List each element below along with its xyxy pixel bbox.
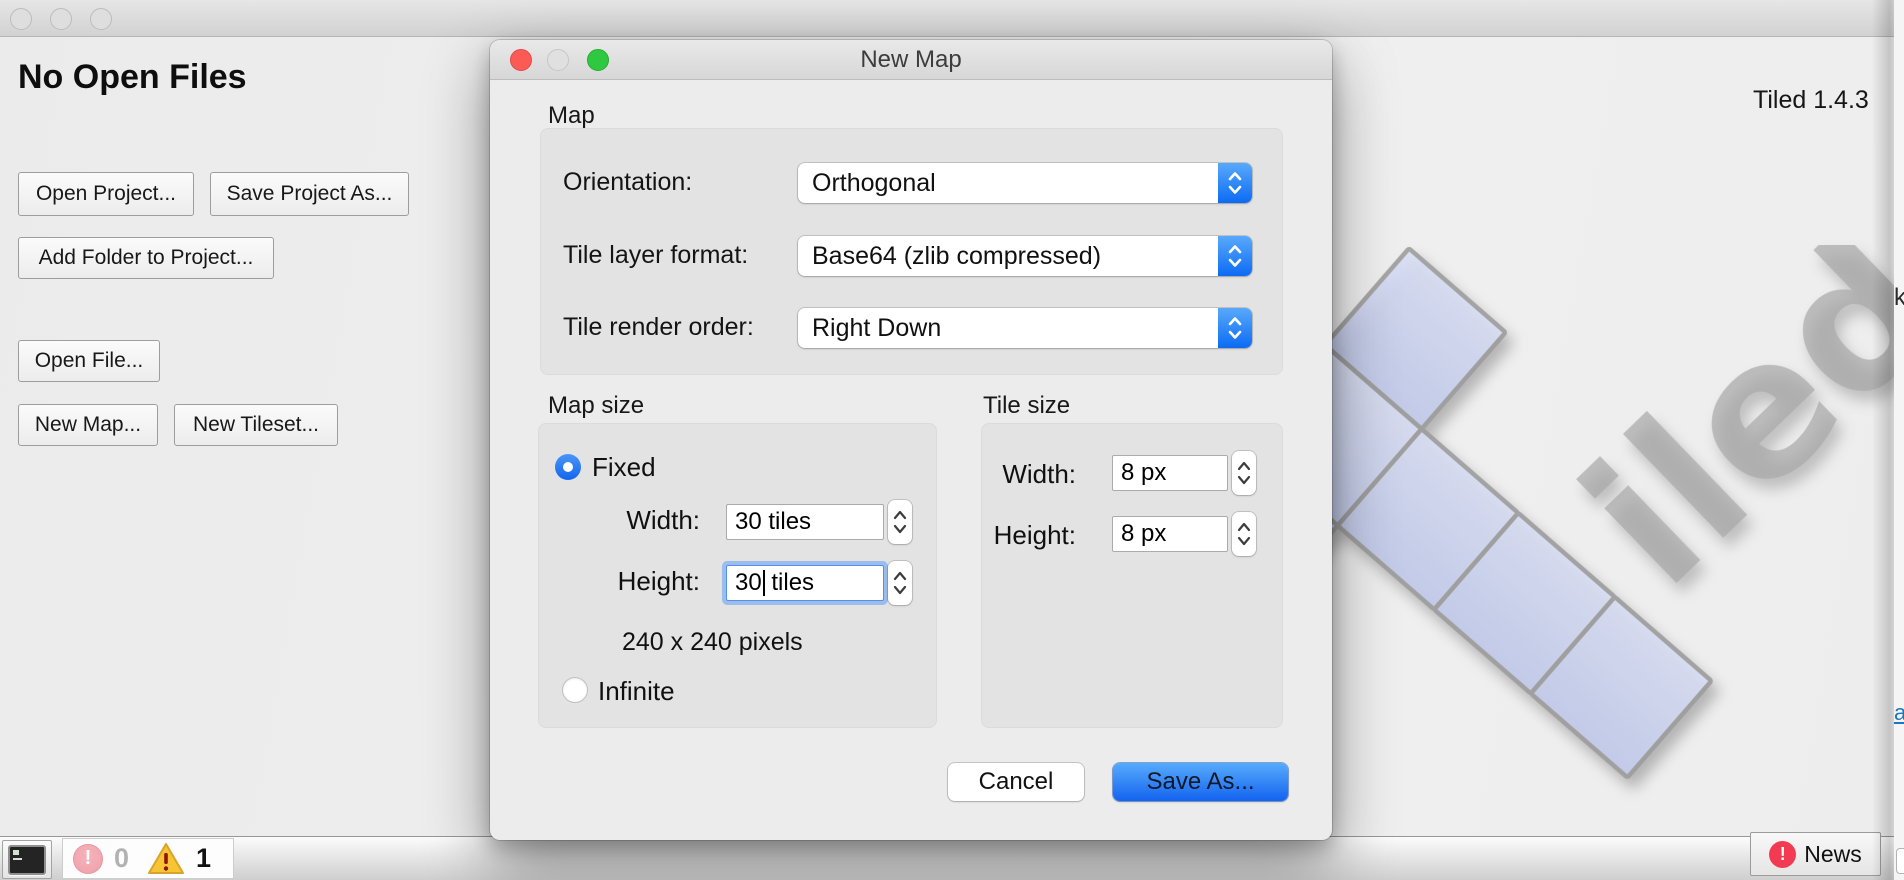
tile-render-order-label: Tile render order: bbox=[563, 313, 754, 342]
app-version: Tiled 1.4.3 bbox=[1753, 86, 1869, 115]
tile-height-label: Height: bbox=[926, 520, 1076, 551]
tile-width-stepper[interactable] bbox=[1232, 451, 1256, 495]
fixed-radio-label: Fixed bbox=[592, 452, 656, 483]
new-map-dialog: New Map Map Orientation: Orthogonal Tile… bbox=[490, 40, 1332, 840]
tile-layer-format-select[interactable]: Base64 (zlib compressed) bbox=[798, 236, 1252, 276]
add-folder-to-project-button[interactable]: Add Folder to Project... bbox=[18, 237, 274, 279]
map-height-value-before-caret: 30 bbox=[735, 569, 762, 597]
new-tileset-button[interactable]: New Tileset... bbox=[174, 404, 338, 446]
infinite-radio-label: Infinite bbox=[598, 676, 675, 707]
warning-icon bbox=[147, 842, 185, 875]
fixed-radio[interactable] bbox=[555, 454, 581, 480]
warning-count: 1 bbox=[196, 843, 211, 874]
tile-size-section-label: Tile size bbox=[983, 392, 1070, 420]
open-project-button[interactable]: Open Project... bbox=[18, 172, 194, 216]
map-size-section-label: Map size bbox=[548, 392, 644, 420]
tile-layer-format-value: Base64 (zlib compressed) bbox=[798, 242, 1218, 271]
open-file-button[interactable]: Open File... bbox=[18, 340, 160, 382]
orientation-label: Orientation: bbox=[563, 168, 692, 197]
background-window-edge: k a bbox=[1894, 0, 1904, 880]
map-height-label: Height: bbox=[550, 566, 700, 597]
console-icon bbox=[8, 845, 46, 875]
chevron-updown-icon bbox=[1218, 236, 1252, 276]
tile-width-label: Width: bbox=[926, 459, 1076, 490]
orientation-value: Orthogonal bbox=[798, 169, 1218, 198]
status-bar: 0 1 News bbox=[0, 836, 1894, 880]
map-height-stepper[interactable] bbox=[888, 561, 912, 605]
dialog-title: New Map bbox=[490, 46, 1332, 74]
clipped-text: k bbox=[1894, 284, 1904, 312]
infinite-radio[interactable] bbox=[562, 677, 588, 703]
console-toggle-button[interactable] bbox=[2, 840, 52, 879]
map-width-stepper[interactable] bbox=[888, 500, 912, 544]
error-count: 0 bbox=[114, 843, 129, 874]
news-badge-icon bbox=[1769, 841, 1796, 868]
tile-render-order-select[interactable]: Right Down bbox=[798, 308, 1252, 348]
logo-text: iled bbox=[1543, 245, 1904, 627]
chevron-updown-icon bbox=[1218, 308, 1252, 348]
zoom-window-button[interactable] bbox=[90, 8, 112, 30]
news-button[interactable]: News bbox=[1750, 832, 1881, 876]
error-icon bbox=[73, 844, 103, 874]
tile-height-stepper[interactable] bbox=[1232, 512, 1256, 556]
main-window-titlebar[interactable] bbox=[0, 0, 1894, 37]
issue-counts-panel[interactable]: 0 1 bbox=[62, 838, 234, 879]
news-label: News bbox=[1804, 841, 1862, 868]
clipped-link[interactable]: a bbox=[1894, 700, 1904, 726]
orientation-select[interactable]: Orthogonal bbox=[798, 163, 1252, 203]
chevron-updown-icon bbox=[1218, 163, 1252, 203]
close-window-button[interactable] bbox=[10, 8, 32, 30]
new-map-button[interactable]: New Map... bbox=[18, 404, 158, 446]
map-width-value: 30 tiles bbox=[735, 508, 811, 536]
dialog-titlebar[interactable]: New Map bbox=[490, 40, 1332, 80]
page-title: No Open Files bbox=[18, 58, 247, 97]
tile-render-order-value: Right Down bbox=[798, 314, 1218, 343]
cancel-button[interactable]: Cancel bbox=[948, 763, 1084, 801]
minimize-window-button[interactable] bbox=[50, 8, 72, 30]
tile-height-input[interactable]: 8 px bbox=[1112, 516, 1228, 552]
save-as-button[interactable]: Save As... bbox=[1113, 763, 1288, 801]
tile-layer-format-label: Tile layer format: bbox=[563, 241, 748, 270]
tile-height-value: 8 px bbox=[1121, 520, 1166, 548]
map-height-value-after-caret: tiles bbox=[765, 569, 814, 597]
map-height-input[interactable]: 30 tiles bbox=[726, 565, 884, 601]
tile-width-value: 8 px bbox=[1121, 459, 1166, 487]
map-section-label: Map bbox=[548, 102, 595, 130]
map-width-label: Width: bbox=[550, 505, 700, 536]
map-width-input[interactable]: 30 tiles bbox=[726, 504, 884, 540]
tile-width-input[interactable]: 8 px bbox=[1112, 455, 1228, 491]
save-project-as-button[interactable]: Save Project As... bbox=[210, 172, 409, 216]
clipped-button bbox=[1896, 848, 1904, 874]
map-pixel-size-note: 240 x 240 pixels bbox=[622, 628, 803, 657]
